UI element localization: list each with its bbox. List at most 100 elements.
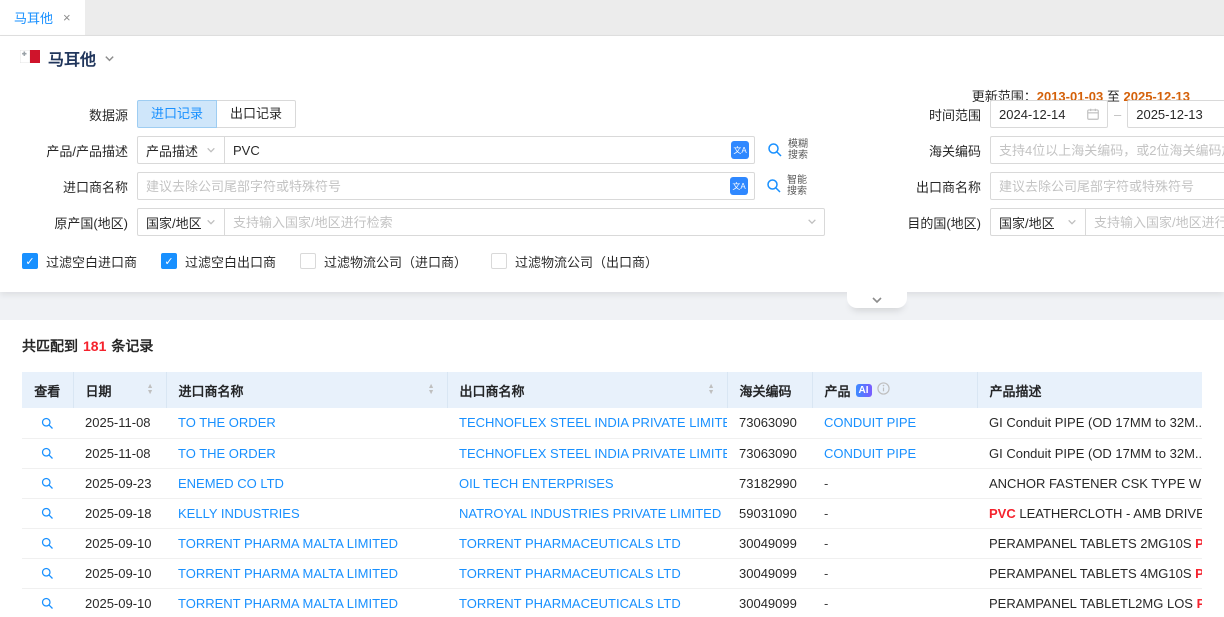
- product-desc-cell: ANCHOR FASTENER CSK TYPE WITH ...: [977, 468, 1202, 498]
- checkbox-label: 过滤物流公司（出口商）: [515, 252, 658, 271]
- checkbox-icon[interactable]: ✓: [491, 253, 507, 269]
- sort-date-button[interactable]: ▲▼: [147, 384, 154, 396]
- tab-close-icon[interactable]: ×: [63, 10, 71, 25]
- col-product: 产品 AI: [812, 372, 977, 408]
- exporter-link[interactable]: TECHNOFLEX STEEL INDIA PRIVATE LIMITED: [459, 415, 727, 430]
- importer-link[interactable]: TO THE ORDER: [178, 446, 276, 461]
- view-record-button[interactable]: [40, 536, 55, 551]
- tab-malta[interactable]: 马耳他 ×: [0, 0, 85, 35]
- results-panel: 共匹配到181条记录 查看 日期 ▲▼ 进口商名称 ▲▼ 出口商名称 ▲▼ 海关…: [0, 320, 1224, 617]
- filter-row-datasource: 数据源 进口记录 出口记录 时间范围 –: [0, 96, 1224, 132]
- view-record-button[interactable]: [40, 596, 55, 611]
- exporter-link[interactable]: TECHNOFLEX STEEL INDIA PRIVATE LIMITED: [459, 446, 727, 461]
- product-desc-cell: PVC LEATHERCLOTH - AMB DRIVE (1...: [977, 498, 1202, 528]
- product-link[interactable]: -: [824, 596, 828, 611]
- hs-code-label: 海关编码: [866, 141, 990, 160]
- importer-link[interactable]: TORRENT PHARMA MALTA LIMITED: [178, 596, 398, 611]
- exporter-link[interactable]: TORRENT PHARMACEUTICALS LTD: [459, 596, 681, 611]
- product-link[interactable]: CONDUIT PIPE: [824, 415, 916, 430]
- fuzzy-search-label: 模糊搜索: [788, 139, 808, 161]
- hs-code-input[interactable]: [990, 136, 1224, 164]
- desc-text: GI Conduit PIPE (OD 17MM to 32M...: [989, 415, 1202, 430]
- translate-icon[interactable]: 文A: [730, 177, 748, 195]
- chevron-down-icon: [807, 215, 817, 230]
- destination-select-value: 国家/地区: [999, 213, 1055, 232]
- view-record-button[interactable]: [40, 416, 55, 431]
- col-product-desc: 产品描述: [977, 372, 1202, 408]
- filter-row-importer: 进口商名称 文A 智能搜索 出口商名称: [0, 168, 1224, 204]
- view-record-button[interactable]: [40, 476, 55, 491]
- importer-input[interactable]: [137, 172, 755, 200]
- exporter-link[interactable]: TORRENT PHARMACEUTICALS LTD: [459, 536, 681, 551]
- origin-type-select[interactable]: 国家/地区: [137, 208, 225, 236]
- date-end-input[interactable]: [1127, 100, 1224, 128]
- checkbox-icon[interactable]: ✓: [22, 253, 38, 269]
- export-records-button[interactable]: 出口记录: [216, 100, 296, 128]
- exporter-link[interactable]: OIL TECH ENTERPRISES: [459, 476, 614, 491]
- hs-code-cell: 73063090: [727, 408, 812, 438]
- date-cell: 2025-11-08: [73, 408, 166, 438]
- search-icon: [766, 141, 784, 159]
- view-record-button[interactable]: [40, 566, 55, 581]
- importer-link[interactable]: ENEMED CO LTD: [178, 476, 284, 491]
- hs-code-cell: 30049099: [727, 528, 812, 558]
- desc-text: PERAMPANEL TABLETL2MG LOS: [989, 596, 1197, 611]
- exporter-link[interactable]: TORRENT PHARMACEUTICALS LTD: [459, 566, 681, 581]
- product-desc-cell: PERAMPANEL TABLETS 4MG10S PVC...: [977, 558, 1202, 588]
- product-type-select[interactable]: 产品描述: [137, 136, 225, 164]
- importer-label: 进口商名称: [0, 177, 137, 196]
- filter-checkbox-row: ✓ 过滤空白进口商 ✓ 过滤空白出口商 ✓ 过滤物流公司（进口商） ✓ 过滤物流…: [0, 246, 1224, 276]
- calendar-icon[interactable]: [1086, 107, 1100, 121]
- product-link[interactable]: -: [824, 506, 828, 521]
- checkbox-icon[interactable]: ✓: [300, 253, 316, 269]
- product-link[interactable]: -: [824, 476, 828, 491]
- smart-search-button[interactable]: 智能搜索: [765, 175, 807, 197]
- sort-exporter-button[interactable]: ▲▼: [708, 384, 715, 396]
- exporter-group: 出口商名称: [866, 172, 1224, 200]
- checkbox-filter-blank-importer[interactable]: ✓ 过滤空白进口商: [22, 252, 137, 271]
- destination-type-select[interactable]: 国家/地区: [990, 208, 1086, 236]
- col-view: 查看: [22, 372, 73, 408]
- sort-importer-button[interactable]: ▲▼: [428, 384, 435, 396]
- product-search-input[interactable]: [224, 136, 755, 164]
- origin-country-input[interactable]: [224, 208, 825, 236]
- collapse-filters-button[interactable]: [847, 292, 907, 308]
- product-desc-cell: GI Conduit PIPE (OD 17MM to 32M...: [977, 438, 1202, 468]
- translate-icon[interactable]: 文A: [731, 141, 749, 159]
- fuzzy-search-button[interactable]: 模糊搜索: [766, 139, 808, 161]
- checkbox-icon[interactable]: ✓: [161, 253, 177, 269]
- checkbox-filter-blank-exporter[interactable]: ✓ 过滤空白出口商: [161, 252, 276, 271]
- product-link[interactable]: -: [824, 536, 828, 551]
- product-input-wrap: 文A: [225, 136, 756, 164]
- date-cell: 2025-09-10: [73, 588, 166, 617]
- import-records-button[interactable]: 进口记录: [137, 100, 217, 128]
- view-record-button[interactable]: [40, 506, 55, 521]
- col-product-label: 产品: [825, 381, 851, 400]
- date-start-box: [990, 100, 1108, 128]
- product-label: 产品/产品描述: [0, 141, 137, 160]
- date-cell: 2025-11-08: [73, 438, 166, 468]
- table-header-row: 查看 日期 ▲▼ 进口商名称 ▲▼ 出口商名称 ▲▼ 海关编码 产品: [22, 372, 1202, 408]
- view-record-button[interactable]: [40, 446, 55, 461]
- info-icon[interactable]: [877, 382, 890, 398]
- product-link[interactable]: CONDUIT PIPE: [824, 446, 916, 461]
- importer-link[interactable]: TORRENT PHARMA MALTA LIMITED: [178, 566, 398, 581]
- exporter-input[interactable]: [990, 172, 1224, 200]
- time-range-group: 时间范围 –: [866, 100, 1224, 128]
- exporter-link[interactable]: NATROYAL INDUSTRIES PRIVATE LIMITED: [459, 506, 721, 521]
- tab-label: 马耳他: [14, 8, 53, 27]
- table-row: 2025-09-23 ENEMED CO LTD OIL TECH ENTERP…: [22, 468, 1202, 498]
- importer-link[interactable]: KELLY INDUSTRIES: [178, 506, 300, 521]
- smart-search-label: 智能搜索: [787, 175, 807, 197]
- product-desc-cell: PERAMPANEL TABLETL2MG LOS PVC...: [977, 588, 1202, 617]
- summary-prefix: 共匹配到: [22, 338, 78, 354]
- product-link[interactable]: -: [824, 566, 828, 581]
- checkbox-filter-logistics-exporter[interactable]: ✓ 过滤物流公司（出口商）: [491, 252, 658, 271]
- importer-link[interactable]: TORRENT PHARMA MALTA LIMITED: [178, 536, 398, 551]
- importer-link[interactable]: TO THE ORDER: [178, 415, 276, 430]
- checkbox-filter-logistics-importer[interactable]: ✓ 过滤物流公司（进口商）: [300, 252, 467, 271]
- desc-highlight: PVC: [1195, 536, 1202, 551]
- destination-country-input[interactable]: [1085, 208, 1224, 236]
- datasource-label: 数据源: [0, 105, 137, 124]
- chevron-down-icon[interactable]: [104, 52, 115, 67]
